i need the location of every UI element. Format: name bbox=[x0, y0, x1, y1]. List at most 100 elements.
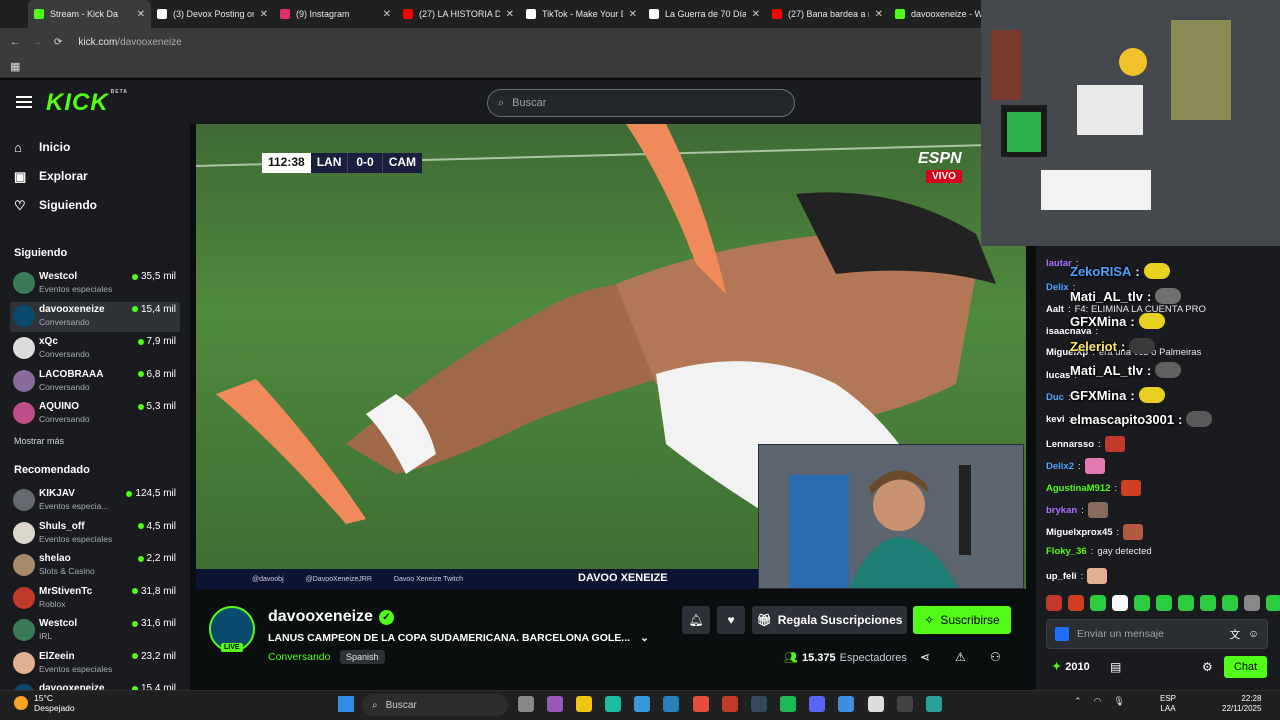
nav-explorar[interactable]: ▣ Explorar bbox=[14, 169, 88, 183]
browser-tab[interactable]: (3) Devox Posting on ✕ bbox=[151, 0, 274, 28]
stream-category[interactable]: Conversando bbox=[268, 651, 330, 663]
edge-icon[interactable] bbox=[605, 696, 621, 712]
subscribe-button[interactable]: ✧ Suscribirse bbox=[913, 606, 1011, 634]
system-clock[interactable]: 22:28 22/11/2025 bbox=[1222, 694, 1261, 714]
sidebar-channel[interactable]: Westcol Eventos especiales 35,5 mil bbox=[10, 269, 180, 299]
channel-name[interactable]: davooxeneize bbox=[268, 608, 373, 626]
emote-icon[interactable] bbox=[1046, 595, 1062, 611]
nav-inicio[interactable]: ⌂ Inicio bbox=[14, 140, 70, 154]
sidebar-channel[interactable]: AQUINO Conversando 5,3 mil bbox=[10, 399, 180, 429]
show-more-link[interactable]: Mostrar más bbox=[14, 436, 64, 446]
chat-username[interactable]: up_feli bbox=[1046, 571, 1077, 582]
notification-bell-button[interactable]: 🔔︎ bbox=[682, 606, 710, 634]
emote-icon[interactable] bbox=[1090, 595, 1106, 611]
gift-subs-button[interactable]: 🎁︎ Regala Suscripciones bbox=[752, 606, 907, 634]
browser-tab[interactable]: (9) Instagram ✕ bbox=[274, 0, 397, 28]
emote-icon[interactable] bbox=[1134, 595, 1150, 611]
close-icon[interactable]: ✕ bbox=[506, 9, 514, 20]
emote-icon[interactable] bbox=[1200, 595, 1216, 611]
sidebar-channel[interactable]: ElZeein Eventos especiales 23,2 mil bbox=[10, 649, 180, 679]
forward-icon[interactable]: → bbox=[32, 37, 42, 48]
search-input[interactable]: ⌕ Buscar bbox=[487, 89, 795, 117]
spotify-icon[interactable] bbox=[780, 696, 796, 712]
emote-icon[interactable] bbox=[1068, 595, 1084, 611]
emote-icon[interactable] bbox=[1112, 595, 1128, 611]
chevron-up-icon[interactable]: ⌃ bbox=[1074, 696, 1082, 707]
wifi-icon[interactable]: ◠ bbox=[1094, 696, 1102, 707]
sidebar-channel[interactable]: LACOBRAAA Conversando 6,8 mil bbox=[10, 367, 180, 397]
close-icon[interactable]: ✕ bbox=[875, 9, 883, 20]
windows-start-icon[interactable] bbox=[338, 696, 354, 712]
weather-widget[interactable]: 15°C Despejado bbox=[14, 693, 75, 713]
language-tag[interactable]: Spanish bbox=[340, 650, 385, 664]
app-icon[interactable] bbox=[722, 696, 738, 712]
browser-tab[interactable]: (27) LA HISTORIA DE ✕ bbox=[397, 0, 520, 28]
chat-username[interactable]: Aalt bbox=[1046, 304, 1064, 315]
steam-icon[interactable] bbox=[751, 696, 767, 712]
app-icon[interactable] bbox=[868, 696, 884, 712]
store-icon[interactable] bbox=[634, 696, 650, 712]
settings-icon[interactable]: ⚙ bbox=[1202, 660, 1213, 674]
close-icon[interactable]: ✕ bbox=[383, 9, 391, 20]
app-icon[interactable] bbox=[926, 696, 942, 712]
emoji-icon[interactable]: ☺ bbox=[1248, 628, 1259, 640]
report-icon[interactable]: ⚠ bbox=[955, 650, 966, 664]
copilot-icon[interactable] bbox=[547, 696, 563, 712]
chat-username[interactable]: Lennarsso bbox=[1046, 439, 1094, 450]
store-icon[interactable]: ▤ bbox=[1110, 660, 1121, 674]
emote-icon[interactable] bbox=[1266, 595, 1280, 611]
chat-username[interactable]: Floky_36 bbox=[1046, 546, 1087, 557]
url-field[interactable]: kick.com/davooxeneize bbox=[78, 37, 181, 48]
follow-button[interactable]: ♥ bbox=[717, 606, 745, 634]
chat-username[interactable]: Duc bbox=[1046, 392, 1064, 403]
mic-icon[interactable]: 🎙︎ bbox=[1113, 696, 1124, 707]
close-icon[interactable]: ✕ bbox=[137, 9, 145, 20]
obs-icon[interactable] bbox=[897, 696, 913, 712]
chat-username[interactable]: Miguelxprox45 bbox=[1046, 527, 1113, 538]
file-explorer-icon[interactable] bbox=[576, 696, 592, 712]
input-language[interactable]: ESP LAA bbox=[1160, 694, 1176, 714]
chrome-icon[interactable] bbox=[693, 696, 709, 712]
sidebar-channel[interactable]: xQc Conversando 7,9 mil bbox=[10, 334, 180, 364]
emote-icon[interactable] bbox=[1156, 595, 1172, 611]
browser-tab[interactable]: TikTok - Make Your D ✕ bbox=[520, 0, 643, 28]
menu-icon[interactable] bbox=[16, 96, 32, 108]
sidebar-channel[interactable]: MrStivenTc Roblox 31,8 mil bbox=[10, 584, 180, 614]
browser-tab[interactable]: La Guerra de 70 Días ✕ bbox=[643, 0, 766, 28]
chevron-down-icon[interactable]: ⌄ bbox=[640, 632, 649, 644]
sidebar-channel[interactable]: davooxeneize 15,4 mil bbox=[10, 681, 180, 690]
sidebar-channel[interactable]: shelao Slots & Casino 2,2 mil bbox=[10, 551, 180, 581]
chat-username[interactable]: Delix bbox=[1046, 282, 1069, 293]
discord-icon[interactable] bbox=[809, 696, 825, 712]
kick-logo[interactable]: KICK BETA bbox=[46, 89, 128, 117]
close-icon[interactable]: ✕ bbox=[260, 9, 268, 20]
chat-username[interactable]: AgustinaM912 bbox=[1046, 483, 1110, 494]
chat-username[interactable]: lautar bbox=[1046, 258, 1072, 269]
chat-input[interactable]: Enviar un mensaje 文 ☺ bbox=[1046, 619, 1268, 649]
apps-grid-icon[interactable]: ▦ bbox=[10, 60, 20, 73]
chat-username[interactable]: Delix2 bbox=[1046, 461, 1074, 472]
nav-siguiendo[interactable]: ♡ Siguiendo bbox=[14, 198, 97, 212]
close-icon[interactable]: ✕ bbox=[629, 9, 637, 20]
taskbar-search[interactable]: ⌕ Buscar bbox=[362, 694, 508, 716]
emote-icon[interactable] bbox=[1244, 595, 1260, 611]
taskview-icon[interactable] bbox=[518, 696, 534, 712]
sidebar-channel[interactable]: KIKJAV Eventos especia... 124,5 mil bbox=[10, 486, 180, 516]
reload-icon[interactable]: ⟳ bbox=[54, 37, 62, 48]
browser-tab[interactable]: (27) Bana bardea a m ✕ bbox=[766, 0, 889, 28]
back-icon[interactable]: ← bbox=[10, 37, 20, 48]
chat-username[interactable]: lucas bbox=[1046, 370, 1070, 381]
close-icon[interactable]: ✕ bbox=[752, 9, 760, 20]
emote-icon[interactable] bbox=[1222, 595, 1238, 611]
sidebar-channel[interactable]: Shuls_off Eventos especiales 4,5 mil bbox=[10, 519, 180, 549]
share-icon[interactable]: ⋖ bbox=[920, 650, 930, 664]
user-plus-icon[interactable]: ⚇ bbox=[990, 650, 1001, 664]
channel-points[interactable]: ✦ 2010 bbox=[1052, 660, 1090, 674]
emote-icon[interactable] bbox=[1178, 595, 1194, 611]
chat-username[interactable]: kevi bbox=[1046, 414, 1065, 425]
chat-username[interactable]: brykan bbox=[1046, 505, 1077, 516]
sidebar-channel[interactable]: davooxeneize Conversando 15,4 mil bbox=[10, 301, 180, 332]
browser-tab[interactable]: Stream - Kick Da ✕ bbox=[28, 0, 151, 28]
outlook-icon[interactable] bbox=[663, 696, 679, 712]
chat-send-button[interactable]: Chat bbox=[1224, 656, 1267, 678]
